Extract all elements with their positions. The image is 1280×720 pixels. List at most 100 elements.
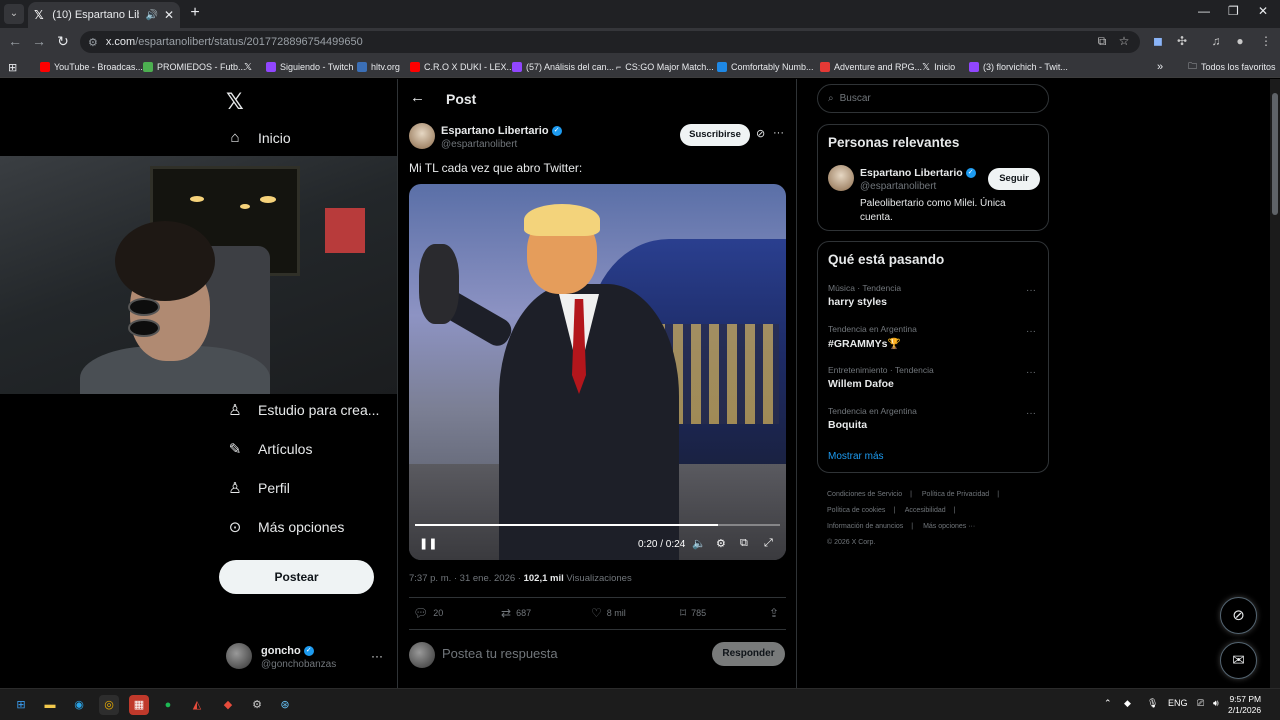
edge-icon[interactable]: ◉: [69, 695, 89, 715]
restore-icon[interactable]: ❐: [1228, 4, 1239, 18]
app-icon[interactable]: ⚙: [247, 695, 267, 715]
reload-icon[interactable]: ↻: [54, 33, 72, 50]
footer-link[interactable]: Más opciones ···: [923, 523, 975, 530]
install-app-icon[interactable]: ⧉: [1094, 34, 1110, 49]
minimize-icon[interactable]: —: [1198, 4, 1210, 18]
footer-link[interactable]: Política de Privacidad: [922, 491, 989, 498]
browser-menu-icon[interactable]: ⋮: [1258, 34, 1274, 48]
apps-grid-icon[interactable]: ⊞: [8, 59, 17, 75]
tray-overflow-icon[interactable]: ⌃: [1104, 698, 1112, 709]
footer-link[interactable]: Política de cookies: [827, 507, 885, 514]
window-close-icon[interactable]: ✕: [1258, 4, 1268, 18]
forward-arrow-icon[interactable]: →: [30, 33, 48, 49]
bookmark-analisis[interactable]: (57) Análisis del can...: [512, 59, 614, 75]
network-icon[interactable]: ⎚: [1197, 698, 1204, 709]
extensions-puzzle-icon[interactable]: ✣: [1174, 34, 1190, 48]
trend-item[interactable]: Música · Tendencia harry styles ···: [828, 283, 1040, 308]
app-icon[interactable]: ▦: [129, 695, 149, 715]
trend-more-icon[interactable]: ···: [1026, 326, 1036, 337]
follow-button[interactable]: Seguir: [988, 168, 1040, 190]
trend-more-icon[interactable]: ···: [1026, 285, 1036, 296]
trend-more-icon[interactable]: ···: [1026, 367, 1036, 378]
reply-input[interactable]: Postea tu respuesta: [442, 646, 558, 661]
pip-icon[interactable]: ⧉: [740, 537, 748, 550]
video-player[interactable]: ❚❚ 0:20 / 0:24 🔈 ⚙ ⧉ ⤢: [409, 184, 786, 560]
footer-link[interactable]: Accesibilidad: [905, 507, 946, 514]
nav-home[interactable]: ⌂ Inicio: [226, 129, 290, 146]
trend-item[interactable]: Tendencia en Argentina Boquita ···: [828, 406, 1040, 431]
relevant-handle[interactable]: @espartanolibert: [860, 181, 936, 192]
video-settings-icon[interactable]: ⚙: [716, 537, 726, 550]
repost-action[interactable]: ⇄ 687: [501, 606, 531, 620]
grok-icon[interactable]: ⊘: [756, 127, 765, 140]
footer-link[interactable]: Información de anuncios: [827, 523, 903, 530]
bookmark-star-icon[interactable]: ☆: [1116, 34, 1132, 48]
grok-fab-icon[interactable]: ⊘: [1220, 597, 1257, 634]
chrome-icon[interactable]: ◎: [99, 695, 119, 715]
bookmark-duki[interactable]: C.R.O X DUKI - LEX...: [410, 59, 514, 75]
app-icon[interactable]: ◭: [187, 695, 207, 715]
bookmark-csgo[interactable]: ⌐ CS:GO Major Match...: [616, 59, 714, 75]
bookmark-comfortably-numb[interactable]: Comfortably Numb...: [717, 59, 814, 75]
reply-action[interactable]: 💬︎ 20: [413, 606, 443, 620]
bookmark-twitch-following[interactable]: Siguiendo - Twitch: [266, 59, 353, 75]
tab-close-icon[interactable]: ✕: [164, 8, 174, 22]
profile-avatar-icon[interactable]: ●: [1232, 34, 1248, 48]
tab-search-button[interactable]: ⌄: [4, 4, 24, 24]
search-input[interactable]: ⌕ Buscar: [817, 84, 1049, 113]
share-action[interactable]: ⇪: [769, 606, 779, 620]
author-name[interactable]: Espartano Libertario ✓: [441, 125, 562, 137]
bookmark-youtube[interactable]: YouTube - Broadcas...: [40, 59, 143, 75]
address-bar[interactable]: ⚙ x.com/espartanolibert/status/201772889…: [80, 31, 1140, 53]
language-indicator[interactable]: ENG: [1168, 698, 1188, 708]
scrollbar-thumb[interactable]: [1272, 93, 1278, 215]
file-explorer-icon[interactable]: ▬: [40, 695, 60, 715]
author-handle[interactable]: @espartanolibert: [441, 139, 517, 150]
bookmark-adventure[interactable]: Adventure and RPG...: [820, 59, 922, 75]
new-tab-button[interactable]: +: [186, 4, 204, 22]
post-more-icon[interactable]: ···: [773, 127, 784, 139]
nav-studio[interactable]: ♙ Estudio para crea...: [226, 401, 379, 419]
nav-profile[interactable]: ♙ Perfil: [226, 479, 290, 497]
show-more-link[interactable]: Mostrar más: [828, 451, 884, 462]
media-control-icon[interactable]: ♫: [1208, 34, 1224, 48]
app-icon[interactable]: ◆: [218, 695, 238, 715]
subscribe-button[interactable]: Suscribirse: [680, 124, 750, 146]
system-clock[interactable]: 9:57 PM 2/1/2026: [1228, 694, 1261, 716]
like-action[interactable]: ♡ 8 mil: [591, 606, 626, 620]
page-scrollbar[interactable]: [1270, 79, 1280, 688]
steam-icon[interactable]: ⊛: [275, 695, 295, 715]
pause-icon[interactable]: ❚❚: [419, 537, 437, 550]
video-progress-bar[interactable]: [415, 524, 780, 526]
messages-fab-icon[interactable]: ✉: [1220, 642, 1257, 679]
back-arrow-icon[interactable]: ←: [6, 33, 24, 49]
microphone-icon[interactable]: 🎙︎: [1147, 698, 1158, 709]
account-more-icon[interactable]: ···: [371, 649, 383, 663]
post-button[interactable]: Postear: [219, 560, 374, 594]
tray-app-icon[interactable]: ◆: [1124, 698, 1131, 709]
account-switcher[interactable]: goncho ✓ @gonchobanzas ···: [226, 641, 391, 673]
author-avatar[interactable]: [409, 123, 435, 149]
browser-tab-active[interactable]: 𝕏 (10) Espartano Libertario en X 🔊 ✕: [28, 2, 180, 28]
fullscreen-icon[interactable]: ⤢: [764, 537, 773, 550]
nav-articles[interactable]: ✎ Artículos: [226, 440, 313, 458]
x-logo-icon[interactable]: 𝕏: [226, 89, 244, 115]
volume-tray-icon[interactable]: 🔊︎: [1213, 698, 1219, 709]
post-timestamp[interactable]: 7:37 p. m. · 31 ene. 2026 ·: [409, 573, 524, 584]
trend-item[interactable]: Tendencia en Argentina #GRAMMYs🏆 ···: [828, 324, 1040, 350]
nav-more[interactable]: ⊙ Más opciones: [226, 518, 345, 536]
reply-button[interactable]: Responder: [712, 642, 785, 666]
bookmark-x[interactable]: 𝕏: [244, 59, 252, 75]
extension-icon[interactable]: ◼: [1150, 34, 1166, 48]
footer-link[interactable]: Condiciones de Servicio: [827, 491, 902, 498]
bookmark-florvichich[interactable]: (3) florvichich - Twit...: [969, 59, 1068, 75]
spotify-icon[interactable]: ●: [158, 695, 178, 715]
bookmarks-overflow-icon[interactable]: »: [1157, 59, 1163, 75]
relevant-name[interactable]: Espartano Libertario ✓: [860, 167, 976, 179]
bookmark-promiedos[interactable]: PROMIEDOS - Futb...: [143, 59, 246, 75]
volume-icon[interactable]: 🔈: [692, 537, 706, 550]
trend-more-icon[interactable]: ···: [1026, 408, 1036, 419]
bookmark-inicio[interactable]: 𝕏 Inicio: [922, 59, 955, 75]
relevant-avatar[interactable]: [828, 165, 854, 191]
bookmark-hltv[interactable]: hltv.org: [357, 59, 400, 75]
